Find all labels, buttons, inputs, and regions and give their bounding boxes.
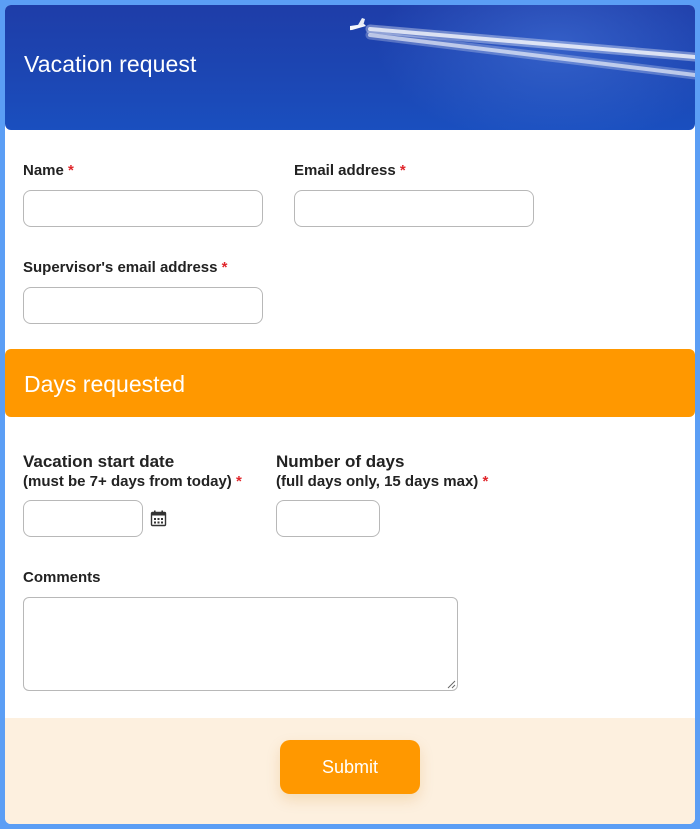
name-input[interactable]	[23, 190, 263, 227]
email-label: Email address *	[294, 162, 406, 179]
name-label: Name *	[23, 162, 74, 179]
num-days-input[interactable]	[276, 500, 380, 537]
supervisor-email-input[interactable]	[23, 287, 263, 324]
section-title: Days requested	[24, 371, 186, 397]
comments-label: Comments	[23, 569, 101, 586]
page-title: Vacation request	[24, 51, 197, 77]
calendar-icon[interactable]	[150, 510, 167, 527]
comments-textarea[interactable]	[23, 597, 458, 691]
resize-grip-icon[interactable]	[447, 680, 456, 689]
email-input[interactable]	[294, 190, 534, 227]
supervisor-email-label: Supervisor's email address *	[23, 259, 228, 276]
start-date-sublabel: (must be 7+ days from today) *	[23, 473, 242, 490]
airplane-icon	[350, 18, 366, 31]
num-days-sublabel: (full days only, 15 days max) *	[276, 473, 489, 490]
required-asterisk: *	[68, 162, 74, 179]
form-footer: Submit	[5, 718, 695, 824]
start-date-input[interactable]	[23, 500, 143, 537]
start-date-label: Vacation start date (must be 7+ days fro…	[23, 452, 242, 490]
airplane-contrail-image	[350, 18, 695, 80]
header-banner: Vacation request	[5, 5, 695, 130]
required-asterisk: *	[482, 473, 489, 490]
required-asterisk: *	[235, 473, 242, 490]
num-days-label: Number of days (full days only, 15 days …	[276, 452, 489, 490]
required-asterisk: *	[221, 259, 228, 276]
submit-button[interactable]: Submit	[280, 740, 420, 794]
required-asterisk: *	[399, 162, 406, 179]
form-container: Vacation request Name * Email address * …	[5, 5, 695, 824]
section-header: Days requested	[5, 349, 695, 417]
